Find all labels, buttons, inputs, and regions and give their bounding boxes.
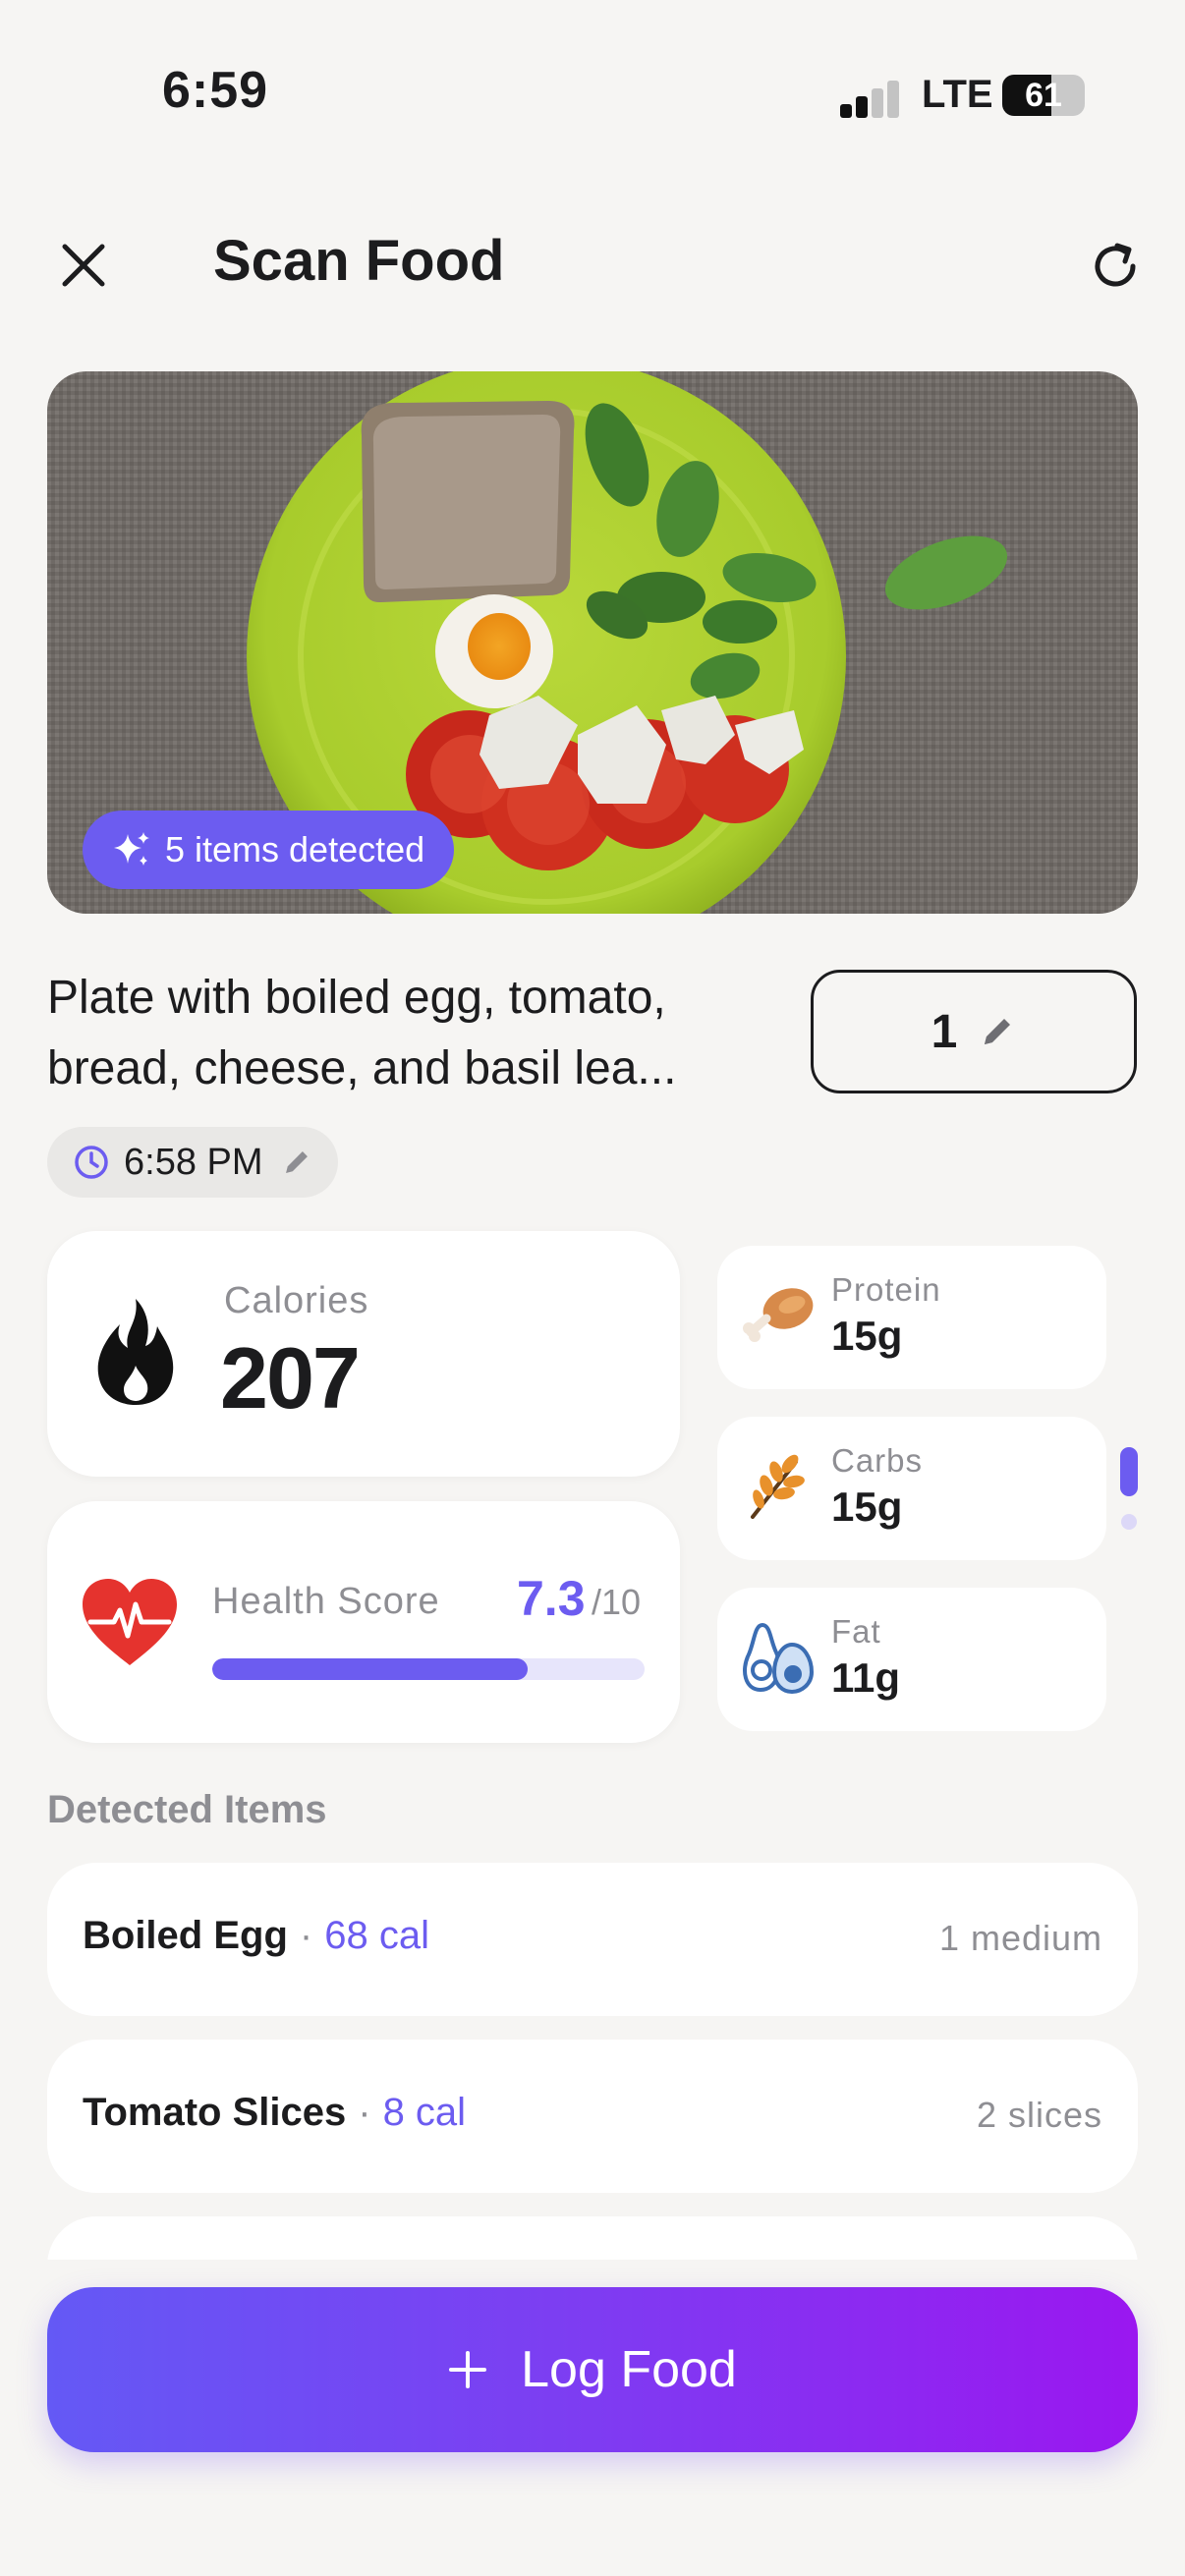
health-score-bar [212,1658,645,1680]
battery-level: 61 [1025,77,1062,114]
item-name-line: Boiled Egg · 68 cal [83,1914,429,1958]
items-detected-badge: 5 items detected [83,811,455,889]
item-quantity: 1 medium [938,1918,1102,1958]
close-icon [62,244,105,287]
plus-icon [449,2351,487,2388]
health-score-max: /10 [592,1582,642,1622]
calories-label: Calories [224,1280,369,1321]
meal-time: 6:58 PM [124,1141,263,1183]
macro-value: 15g [831,1313,903,1359]
heart-icon [81,1577,179,1672]
macro-value: 11g [831,1654,901,1701]
macro-value: 15g [831,1484,903,1530]
clock-icon [75,1146,108,1179]
list-item[interactable]: Boiled Egg · 68 cal 1 medium [47,1863,1138,2016]
pencil-icon [985,1019,1011,1044]
page-title: Scan Food [213,229,505,293]
log-food-button[interactable]: Log Food [47,2287,1138,2452]
item-name-line: Tomato Slices · 8 cal [83,2091,466,2135]
item-calories: 8 cal [382,2091,467,2134]
separator: · [299,1914,313,1957]
servings-button[interactable]: 1 [811,970,1137,1093]
health-score-value: 7.3 [517,1571,586,1626]
avocado-icon [739,1617,818,1696]
page-indicator-active[interactable] [1120,1447,1138,1496]
item-calories: 68 cal [324,1914,429,1957]
drumstick-icon [739,1275,818,1354]
close-button[interactable] [49,231,118,300]
log-food-label: Log Food [521,2341,737,2398]
meal-name[interactable]: Plate with boiled egg, tomato, bread, ch… [47,963,774,1104]
macro-label: Fat [831,1613,881,1650]
refresh-icon [1095,243,1136,287]
item-name: Tomato Slices [83,2091,347,2134]
time-chip[interactable]: 6:58 PM [47,1127,338,1198]
battery-cap [1077,86,1083,104]
section-title: Detected Items [47,1788,327,1831]
item-quantity: 2 slices [976,2095,1102,2135]
cellular-signal-icon [840,79,901,118]
status-time: 6:59 [162,62,269,119]
items-detected-label: 5 items detected [165,829,425,869]
meal-name-line: bread, cheese, and basil lea... [47,1042,677,1094]
separator: · [358,2091,371,2134]
health-score-label: Health Score [212,1581,440,1622]
network-type: LTE [922,73,993,116]
wheat-icon [739,1446,818,1525]
page-indicator-dot[interactable] [1121,1514,1137,1530]
macro-card-fat[interactable]: Fat 11g [717,1588,1106,1731]
macro-card-carbs[interactable]: Carbs 15g [717,1417,1106,1560]
macro-card-protein[interactable]: Protein 15g [717,1246,1106,1389]
list-item[interactable]: Tomato Slices · 8 cal 2 slices [47,2040,1138,2193]
meal-name-line: Plate with boiled egg, tomato, [47,972,666,1024]
sparkle-icon [114,832,149,866]
battery-icon: 61 [1002,75,1085,116]
servings-value: 1 [931,1005,958,1058]
flame-icon [94,1297,177,1412]
pencil-icon [285,1151,308,1173]
calories-value: 207 [220,1329,361,1427]
macro-label: Carbs [831,1442,924,1479]
item-name: Boiled Egg [83,1914,288,1957]
rescan-button[interactable] [1081,232,1150,301]
macro-label: Protein [831,1271,941,1308]
